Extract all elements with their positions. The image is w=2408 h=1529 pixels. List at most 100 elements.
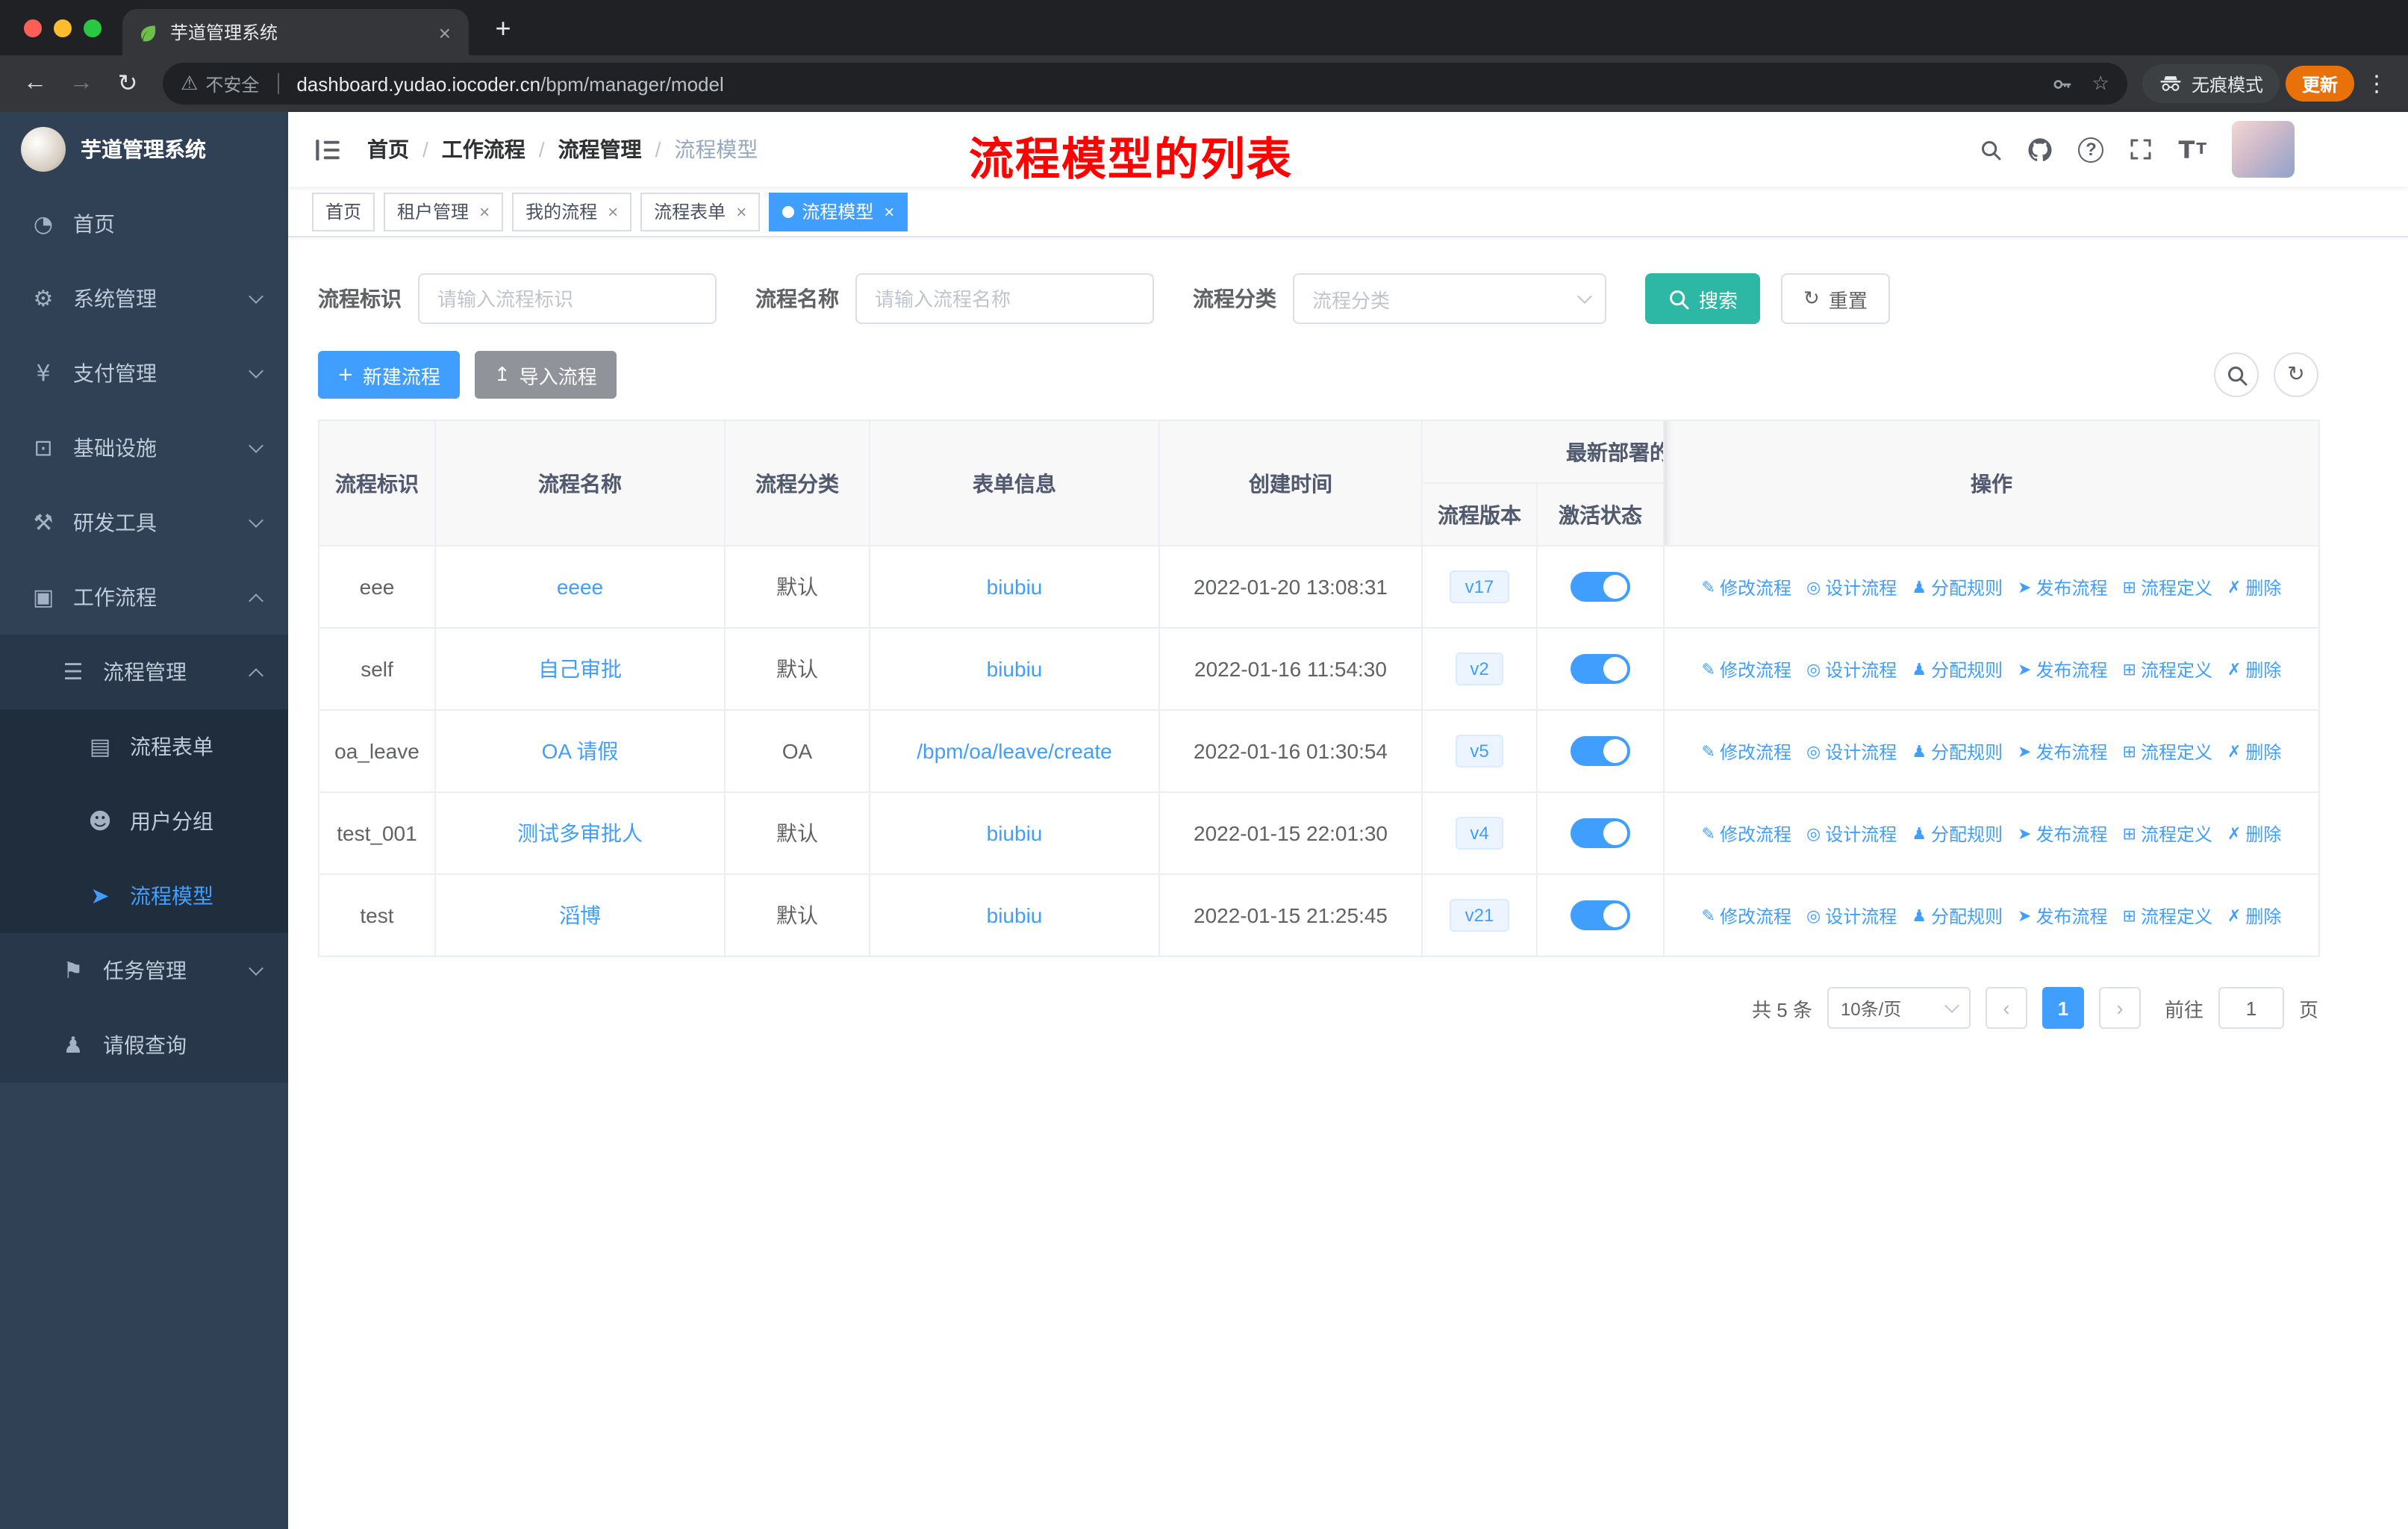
- op-edit-link[interactable]: ✎ 修改流程: [1702, 738, 1791, 764]
- import-button[interactable]: ↥ 导入流程: [474, 351, 617, 399]
- tag[interactable]: 我的流程 ×: [512, 192, 632, 231]
- op-design-link[interactable]: ◎ 设计流程: [1806, 656, 1897, 682]
- model-name-link[interactable]: eeee: [557, 575, 603, 599]
- sidebar-item[interactable]: ▤ 流程表单: [0, 709, 288, 784]
- traffic-light-zoom[interactable]: [84, 19, 102, 37]
- op-delete-link[interactable]: ✗ 删除: [2227, 903, 2281, 928]
- form-link[interactable]: biubiu: [987, 903, 1043, 927]
- forward-button[interactable]: →: [61, 63, 102, 104]
- show-search-button[interactable]: [2214, 352, 2259, 397]
- op-delete-link[interactable]: ✗ 删除: [2227, 820, 2281, 846]
- op-publish-link[interactable]: ➤ 发布流程: [2018, 903, 2107, 928]
- back-button[interactable]: ←: [15, 63, 55, 104]
- tag-close-icon[interactable]: ×: [605, 202, 618, 220]
- search-button[interactable]: 搜索: [1645, 273, 1761, 324]
- reload-button[interactable]: ↻: [107, 63, 148, 104]
- form-link[interactable]: biubiu: [987, 657, 1043, 681]
- sidebar-item[interactable]: ⚑ 任务管理: [0, 933, 288, 1008]
- op-edit-link[interactable]: ✎ 修改流程: [1702, 820, 1791, 846]
- goto-input[interactable]: [2218, 987, 2284, 1029]
- traffic-light-close[interactable]: [24, 19, 42, 37]
- op-definition-link[interactable]: ⊞ 流程定义: [2123, 820, 2212, 846]
- op-definition-link[interactable]: ⊞ 流程定义: [2123, 738, 2212, 764]
- traffic-light-minimize[interactable]: [54, 19, 72, 37]
- op-definition-link[interactable]: ⊞ 流程定义: [2123, 903, 2212, 928]
- active-switch[interactable]: [1570, 818, 1630, 848]
- form-link[interactable]: biubiu: [987, 821, 1043, 845]
- prev-page-button[interactable]: ‹: [1985, 987, 2027, 1029]
- active-switch[interactable]: [1570, 736, 1630, 766]
- page-size-select[interactable]: 10条/页: [1827, 987, 1971, 1029]
- sidebar-item[interactable]: ⚙ 系统管理: [0, 261, 288, 336]
- op-assign-link[interactable]: ♟ 分配规则: [1912, 820, 2003, 846]
- help-icon[interactable]: ?: [2078, 137, 2104, 162]
- menu-fold-button[interactable]: [312, 134, 343, 165]
- sidebar-item[interactable]: ¥ 支付管理: [0, 336, 288, 411]
- model-name-link[interactable]: 测试多审批人: [517, 821, 643, 845]
- security-indicator[interactable]: ⚠ 不安全: [181, 71, 259, 96]
- page-number-button[interactable]: 1: [2042, 987, 2084, 1029]
- op-design-link[interactable]: ◎ 设计流程: [1806, 903, 1897, 928]
- new-tab-button[interactable]: +: [484, 9, 523, 48]
- reset-button[interactable]: ↻ 重置: [1781, 273, 1890, 324]
- tag[interactable]: 租户管理 ×: [384, 192, 504, 231]
- op-assign-link[interactable]: ♟ 分配规则: [1912, 656, 2003, 682]
- create-button[interactable]: + 新建流程: [318, 351, 460, 399]
- browser-menu-button[interactable]: ⋮: [2360, 70, 2393, 97]
- sidebar-item[interactable]: ☰ 流程管理: [0, 635, 288, 709]
- op-design-link[interactable]: ◎ 设计流程: [1806, 574, 1897, 600]
- tab-close-icon[interactable]: ×: [436, 20, 454, 44]
- sidebar-item[interactable]: ◔ 首页: [0, 187, 288, 261]
- tag[interactable]: 流程模型 ×: [769, 192, 908, 231]
- op-edit-link[interactable]: ✎ 修改流程: [1702, 574, 1791, 600]
- op-publish-link[interactable]: ➤ 发布流程: [2018, 820, 2107, 846]
- tag-close-icon[interactable]: ×: [733, 202, 746, 220]
- op-edit-link[interactable]: ✎ 修改流程: [1702, 903, 1791, 928]
- op-edit-link[interactable]: ✎ 修改流程: [1702, 656, 1791, 682]
- browser-tab[interactable]: 芋道管理系统 ×: [122, 9, 469, 55]
- op-design-link[interactable]: ◎ 设计流程: [1806, 820, 1897, 846]
- op-assign-link[interactable]: ♟ 分配规则: [1912, 903, 2003, 928]
- op-design-link[interactable]: ◎ 设计流程: [1806, 738, 1897, 764]
- active-switch[interactable]: [1570, 572, 1630, 602]
- sidebar-item[interactable]: ☻ 用户分组: [0, 784, 288, 859]
- op-assign-link[interactable]: ♟ 分配规则: [1912, 738, 2003, 764]
- op-definition-link[interactable]: ⊞ 流程定义: [2123, 656, 2212, 682]
- refresh-button[interactable]: ↻: [2274, 352, 2318, 397]
- breadcrumb-item[interactable]: 流程模型: [674, 134, 758, 164]
- sidebar-item[interactable]: ➤ 流程模型: [0, 859, 288, 933]
- sidebar-item[interactable]: ⚒ 研发工具: [0, 485, 288, 560]
- op-assign-link[interactable]: ♟ 分配规则: [1912, 574, 2003, 600]
- model-name-link[interactable]: 自己审批: [538, 657, 622, 681]
- tag[interactable]: 首页: [312, 192, 375, 231]
- user-avatar[interactable]: [2232, 121, 2295, 178]
- op-delete-link[interactable]: ✗ 删除: [2227, 656, 2281, 682]
- star-icon[interactable]: ☆: [2092, 72, 2109, 95]
- op-definition-link[interactable]: ⊞ 流程定义: [2123, 574, 2212, 600]
- op-publish-link[interactable]: ➤ 发布流程: [2018, 738, 2107, 764]
- tag[interactable]: 流程表单 ×: [640, 192, 761, 231]
- key-icon[interactable]: [2052, 72, 2074, 95]
- op-delete-link[interactable]: ✗ 删除: [2227, 738, 2281, 764]
- sidebar-item[interactable]: ⊡ 基础设施: [0, 411, 288, 485]
- breadcrumb-item[interactable]: 首页: [367, 134, 409, 164]
- tag-close-icon[interactable]: ×: [881, 202, 894, 220]
- model-name-link[interactable]: 滔博: [559, 903, 601, 927]
- sidebar-item[interactable]: ▣ 工作流程: [0, 560, 288, 635]
- form-link[interactable]: /bpm/oa/leave/create: [917, 739, 1112, 763]
- form-link[interactable]: biubiu: [987, 575, 1043, 599]
- model-name-link[interactable]: OA 请假: [542, 739, 619, 763]
- op-publish-link[interactable]: ➤ 发布流程: [2018, 574, 2107, 600]
- tag-close-icon[interactable]: ×: [476, 202, 490, 220]
- fullscreen-icon[interactable]: [2130, 137, 2153, 161]
- active-switch[interactable]: [1570, 900, 1630, 930]
- github-icon[interactable]: [2028, 137, 2053, 162]
- category-select[interactable]: 流程分类: [1293, 273, 1606, 324]
- breadcrumb-item[interactable]: 工作流程: [442, 134, 525, 164]
- font-size-icon[interactable]: TT: [2179, 135, 2207, 164]
- active-switch[interactable]: [1570, 654, 1630, 684]
- process-name-input[interactable]: [855, 273, 1154, 324]
- search-icon[interactable]: [1980, 138, 2003, 161]
- next-page-button[interactable]: ›: [2098, 987, 2141, 1029]
- op-delete-link[interactable]: ✗ 删除: [2227, 574, 2281, 600]
